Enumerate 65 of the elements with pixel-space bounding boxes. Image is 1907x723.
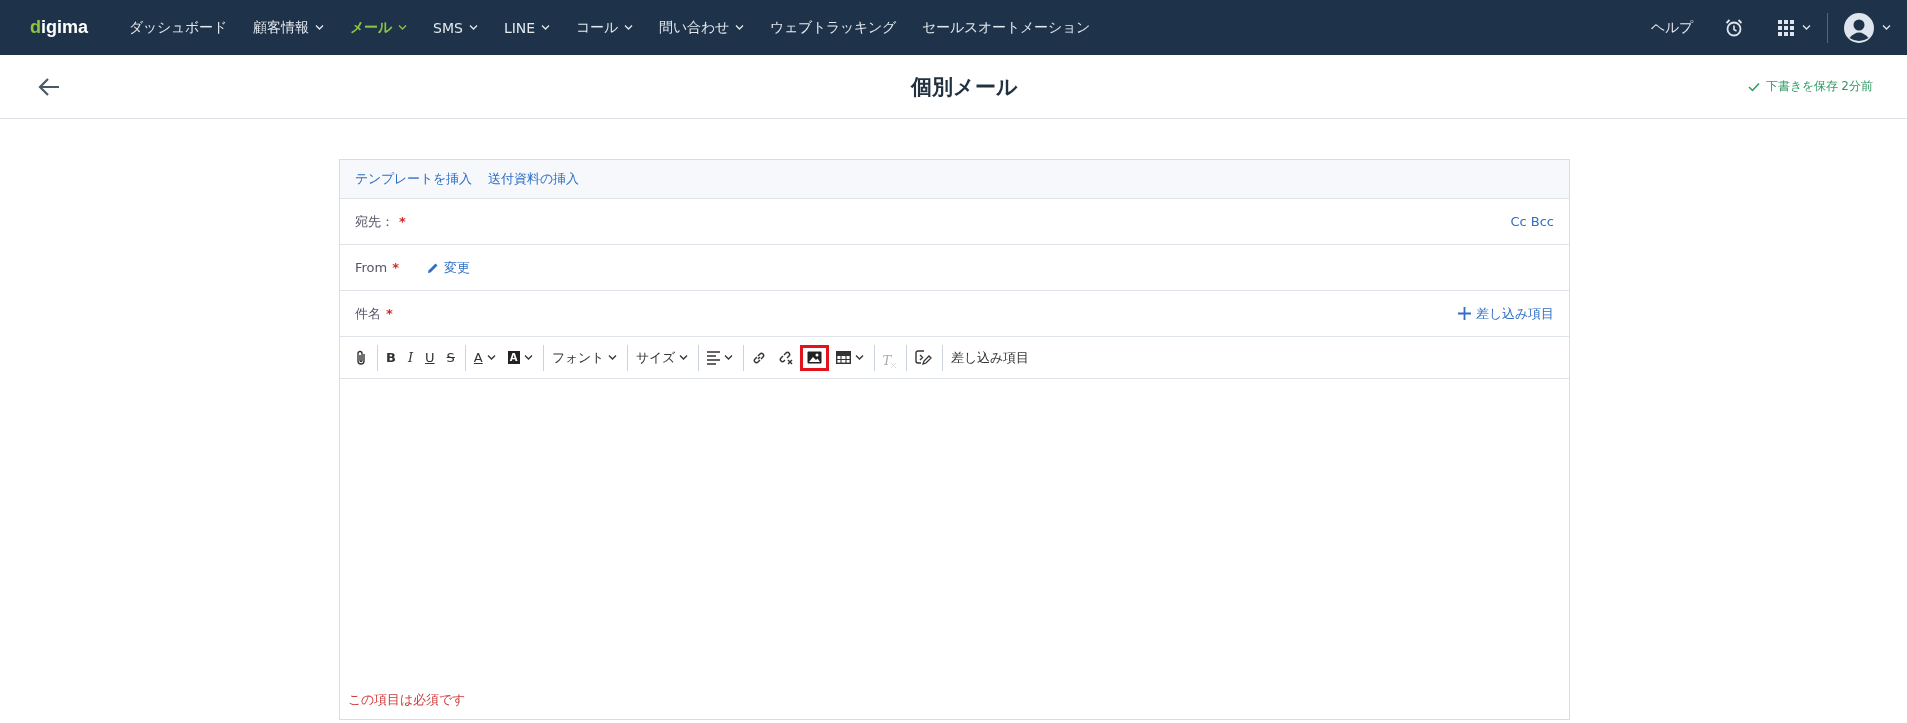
- nav-menu-item[interactable]: ウェブトラッキング: [757, 18, 910, 37]
- chevron-down-icon: [468, 24, 478, 31]
- link-icon: [751, 350, 766, 365]
- error-message: この項目は必須です: [348, 691, 465, 709]
- unlink-icon: [777, 350, 793, 365]
- cc-bcc-link[interactable]: Cc Bcc: [1510, 214, 1554, 229]
- help-link[interactable]: ヘルプ: [1638, 18, 1706, 37]
- nav-menu-item[interactable]: ダッシュボード: [116, 18, 240, 37]
- chevron-down-icon: [607, 354, 617, 361]
- table-icon: [835, 351, 851, 364]
- bold-button[interactable]: B: [377, 344, 401, 371]
- chevron-down-icon: [541, 24, 551, 31]
- field-label: 宛先：: [355, 212, 394, 231]
- chevron-down-icon: [1882, 24, 1891, 31]
- image-icon: [806, 351, 822, 364]
- italic-button[interactable]: I: [402, 344, 419, 371]
- chevron-down-icon: [735, 24, 745, 31]
- message-body-editor[interactable]: この項目は必須です: [340, 379, 1569, 719]
- nav-menu-item[interactable]: メール: [337, 18, 420, 37]
- plus-icon: [1458, 307, 1471, 320]
- nav-menu-item[interactable]: 問い合わせ: [646, 18, 758, 37]
- save-status-text: 下書きを保存 2分前: [1765, 78, 1873, 95]
- nav-menu-item[interactable]: LINE: [490, 19, 564, 36]
- page-title: 個別メール: [909, 73, 1019, 101]
- strikethrough-button[interactable]: S: [441, 344, 460, 371]
- checkmark-icon: [1747, 81, 1760, 92]
- toolbar-dropdown[interactable]: フォント: [542, 344, 622, 371]
- insert-merge-field-link[interactable]: 差し込み項目: [1458, 304, 1554, 323]
- required-mark: *: [386, 306, 393, 321]
- alarm-clock-icon[interactable]: [1724, 17, 1744, 38]
- font-color-button[interactable]: A: [464, 344, 501, 371]
- chevron-down-icon: [486, 354, 496, 361]
- required-mark: *: [399, 214, 406, 229]
- underline-button[interactable]: U: [420, 344, 440, 371]
- nav-menu-item[interactable]: セールスオートメーション: [909, 18, 1104, 37]
- chevron-down-icon: [678, 354, 688, 361]
- align-left-icon: [706, 350, 720, 365]
- chevron-down-icon: [398, 24, 407, 31]
- grid-icon: [1778, 19, 1794, 36]
- field-label: 件名: [355, 304, 381, 323]
- insert-merge-field-button[interactable]: 差し込み項目: [942, 344, 1035, 371]
- pencil-icon: [427, 261, 440, 274]
- nav-menu-item[interactable]: コール: [563, 18, 647, 37]
- back-arrow-icon[interactable]: [38, 76, 60, 97]
- image-button[interactable]: [799, 344, 829, 371]
- toolbar-dropdown[interactable]: サイズ: [626, 344, 693, 371]
- chevron-down-icon: [854, 354, 864, 361]
- background-color-button[interactable]: A: [502, 344, 538, 371]
- merge-field-icon: [915, 350, 933, 365]
- paperclip-icon: [355, 350, 367, 365]
- user-avatar-icon: [1844, 12, 1874, 43]
- required-mark: *: [392, 260, 400, 275]
- chevron-down-icon: [315, 24, 324, 31]
- chevron-down-icon: [624, 24, 634, 31]
- nav-menu-item[interactable]: SMS: [420, 19, 491, 36]
- insert-link[interactable]: テンプレートを挿入: [355, 170, 472, 188]
- change-link[interactable]: 変更: [427, 258, 471, 277]
- small-x-icon: [891, 362, 897, 368]
- logo[interactable]: digima: [30, 17, 88, 38]
- field-label: From: [355, 260, 388, 275]
- chevron-down-icon: [523, 354, 533, 361]
- insert-link[interactable]: 送付資料の挿入: [488, 170, 579, 188]
- chevron-down-icon: [723, 354, 733, 361]
- chevron-down-icon: [1802, 24, 1811, 31]
- nav-menu-item[interactable]: 顧客情報: [240, 18, 337, 37]
